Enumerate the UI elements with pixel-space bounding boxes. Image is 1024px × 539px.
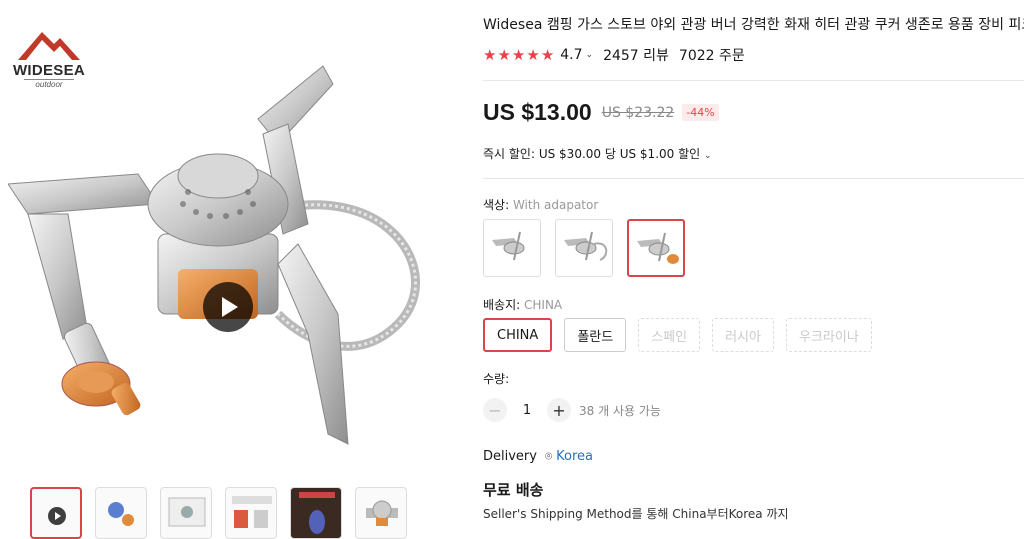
star-icon: ★ [540,45,555,64]
review-count[interactable]: 2457 리뷰 [603,45,669,65]
ship-from-selected: CHINA [524,298,563,312]
shipping-method: Seller's Shipping Method를 통해 China부터Kore… [483,507,789,521]
stock-available: 38 개 사용 가능 [579,403,661,418]
star-icon: ★ [497,45,511,64]
order-count: 7022 주문 [678,48,745,64]
color-option-selected[interactable] [627,219,685,277]
thumbnail-video[interactable] [30,487,82,539]
discount-badge: -44% [682,104,719,121]
ship-from-label: 배송지: [483,298,521,312]
product-title: Widesea 캠핑 가스 스토브 야외 관광 버너 강력한 화재 히터 관광 … [483,17,1024,33]
quantity-stepper: − 1 + 38 개 사용 가능 [483,398,661,422]
ship-from-options: CHINA 폴란드 스페인 러시아 우크라이나 [483,318,872,352]
play-video-button[interactable] [203,282,253,332]
color-label-row: 색상: With adapator [483,196,598,213]
rating-stars: ★ ★ ★ ★ ★ [483,45,555,64]
color-label: 색상: [483,198,510,212]
color-option[interactable] [555,219,613,277]
chevron-down-icon: ⌄ [704,151,712,161]
chevron-down-icon[interactable]: ⌄ [586,50,594,60]
delivery-row: Delivery ⌾ Korea [483,449,593,464]
thumbnail-strip [30,487,407,539]
rating-value[interactable]: 4.7 [560,47,582,63]
product-info-panel: Widesea 캠핑 가스 스토브 야외 관광 버너 강력한 화재 히터 관광 … [483,0,1024,525]
quantity-label: 수량: [483,372,510,386]
rating-row: ★ ★ ★ ★ ★ 4.7 ⌄ 2457 리뷰 7022 주문 [483,45,745,65]
play-icon [48,507,66,525]
price-row: US $13.00 US $23.22 -44% [483,99,719,126]
star-icon: ★ [526,45,540,64]
ship-from-option-disabled: 우크라이나 [785,318,872,352]
ship-from-option[interactable]: 폴란드 [564,318,627,352]
divider [483,80,1024,81]
instant-discount-text: 즉시 할인: US $30.00 당 US $1.00 할인 [483,147,701,161]
quantity-increase-button[interactable]: + [547,398,571,422]
color-selected: With adapator [512,198,599,212]
thumbnail-image[interactable] [160,487,212,539]
delivery-country-link[interactable]: Korea [556,449,593,464]
thumbnail-image[interactable] [95,487,147,539]
quantity-decrease-button[interactable]: − [483,398,507,422]
thumbnail-image[interactable] [290,487,342,539]
instant-discount[interactable]: 즉시 할인: US $30.00 당 US $1.00 할인 ⌄ [483,145,722,162]
main-product-image[interactable] [7,64,448,474]
ship-from-label-row: 배송지: CHINA [483,296,562,313]
delivery-label: Delivery [483,449,537,464]
location-pin-icon: ⌾ [544,449,553,463]
thumbnail-image[interactable] [225,487,277,539]
divider [483,178,1024,179]
star-icon: ★ [511,45,526,64]
ship-from-option[interactable]: CHINA [483,318,553,352]
quantity-value[interactable]: 1 [507,403,547,418]
current-price: US $13.00 [483,99,592,125]
free-shipping-title: 무료 배송 [483,481,544,499]
color-swatches [483,219,685,277]
original-price: US $23.22 [601,104,675,121]
thumbnail-image[interactable] [355,487,407,539]
star-icon: ★ [483,45,497,64]
color-option[interactable] [483,219,541,277]
ship-from-option-disabled: 스페인 [638,318,701,352]
ship-from-option-disabled: 러시아 [712,318,774,352]
